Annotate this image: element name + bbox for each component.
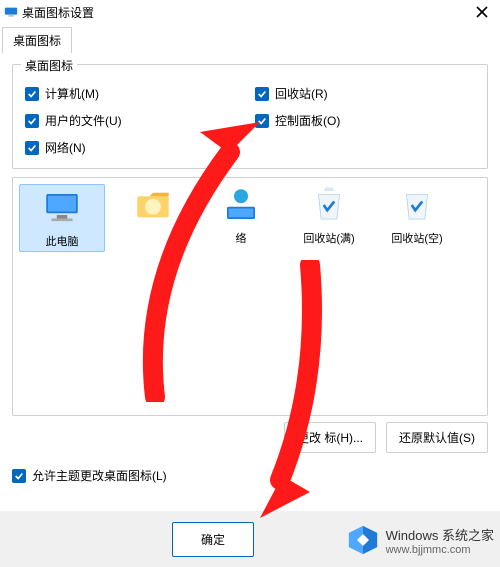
icon-item-user[interactable]: [113, 184, 193, 252]
app-icon: [4, 5, 18, 19]
check-icon: [25, 87, 39, 101]
checkbox-control-panel[interactable]: 控制面板(O): [255, 112, 475, 129]
watermark-brand: Windows: [386, 528, 439, 543]
check-icon: [25, 141, 39, 155]
check-icon: [255, 87, 269, 101]
group-desktop-icons: 桌面图标 计算机(M) 回收站(R) 用户的文件(U) 控制面板(O): [12, 64, 488, 169]
ok-button[interactable]: 确定: [172, 522, 254, 557]
checkbox-allow-themes[interactable]: 允许主题更改桌面图标(L): [12, 467, 488, 484]
check-icon: [12, 469, 26, 483]
close-button[interactable]: [468, 0, 496, 24]
this-pc-icon: [41, 187, 83, 229]
check-icon: [25, 114, 39, 128]
tab-desktop-icons[interactable]: 桌面图标: [2, 27, 72, 53]
checkbox-label: 用户的文件(U): [45, 112, 122, 129]
watermark: Windows 系统之家 www.bjjmmc.com: [346, 523, 494, 557]
icon-label: 回收站(空): [391, 230, 442, 246]
checkbox-label: 回收站(R): [275, 85, 328, 102]
icon-label: 络: [236, 230, 247, 246]
change-icon-button[interactable]: 更改 标(H)...: [284, 422, 376, 453]
checkbox-label: 控制面板(O): [275, 112, 340, 129]
checkbox-recycle-bin[interactable]: 回收站(R): [255, 85, 475, 102]
restore-defaults-button[interactable]: 还原默认值(S): [386, 422, 488, 453]
icon-label: 此电脑: [46, 233, 79, 249]
checkbox-label: 网络(N): [45, 139, 86, 156]
icon-item-recycle-empty[interactable]: 回收站(空): [377, 184, 457, 252]
group-legend: 桌面图标: [21, 57, 77, 74]
check-icon: [255, 114, 269, 128]
window-title: 桌面图标设置: [22, 4, 468, 21]
checkbox-computer[interactable]: 计算机(M): [25, 85, 245, 102]
windows-logo-icon: [346, 523, 380, 557]
recycle-bin-full-icon: [308, 184, 350, 226]
checkbox-user-files[interactable]: 用户的文件(U): [25, 112, 245, 129]
icons-preview-box: 此电脑 络 回收站: [12, 177, 488, 416]
watermark-sub: 系统之家: [442, 528, 494, 543]
checkbox-network[interactable]: 网络(N): [25, 139, 245, 156]
icon-label: 回收站(满): [303, 230, 354, 246]
icon-item-this-pc[interactable]: 此电脑: [19, 184, 105, 252]
icon-label: [151, 230, 154, 242]
checkbox-label: 计算机(M): [45, 85, 99, 102]
icon-item-recycle-full[interactable]: 回收站(满): [289, 184, 369, 252]
checkbox-label: 允许主题更改桌面图标(L): [32, 467, 167, 484]
watermark-url: www.bjjmmc.com: [386, 544, 494, 556]
network-icon: [220, 184, 262, 226]
user-folder-icon: [132, 184, 174, 226]
recycle-bin-empty-icon: [396, 184, 438, 226]
icon-item-network[interactable]: 络: [201, 184, 281, 252]
